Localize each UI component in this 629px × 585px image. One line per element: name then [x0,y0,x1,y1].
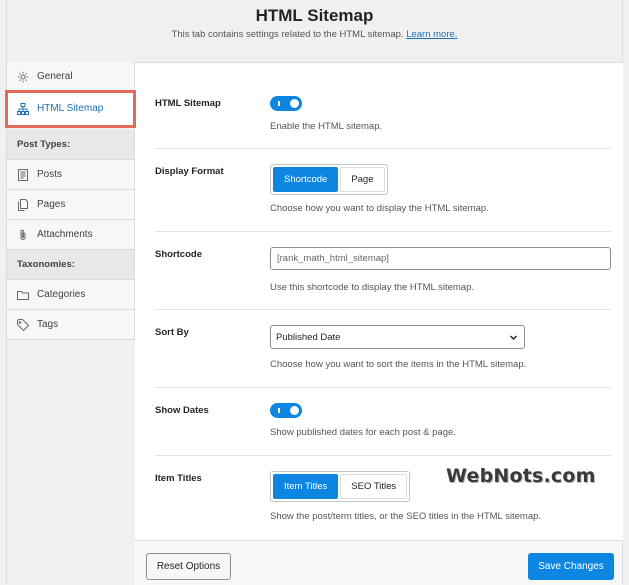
toggle-on-mark [278,101,280,106]
sort-by-value: Published Date [276,331,341,343]
shortcode-label: Shortcode [155,249,202,260]
item-titles-label: Item Titles [155,473,202,484]
save-changes-button[interactable]: Save Changes [528,553,614,580]
sidebar-item-label: Pages [37,199,66,210]
page-title: HTML Sitemap [255,6,374,25]
toggle-knob [290,99,299,108]
sort-by-select[interactable]: Published Date [270,325,525,349]
taxonomies-heading: Taxonomies: [7,250,134,280]
sidebar-item-label: Posts [37,169,63,180]
sidebar-item-label: HTML Sitemap [37,103,104,114]
sidebar-item-html-sitemap[interactable]: HTML Sitemap [5,90,136,128]
display-format-page[interactable]: Page [340,167,385,192]
gear-icon [17,71,29,83]
tag-icon [17,318,29,331]
show-dates-label: Show Dates [155,405,209,416]
toggle-on-mark [278,408,280,413]
shortcode-field[interactable]: [rank_math_html_sitemap] [270,247,611,270]
show-dates-toggle[interactable] [270,403,302,418]
item-titles-desc: Show the post/term titles, or the SEO ti… [270,511,542,522]
show-dates-desc: Show published dates for each post & pag… [270,427,456,438]
post-types-heading: Post Types: [7,130,134,160]
toggle-knob [290,406,299,415]
sidebar-item-general[interactable]: General [7,62,134,92]
sidebar-item-tags[interactable]: Tags [7,310,134,340]
sidebar-item-label: General [37,71,73,82]
settings-frame: HTML Sitemap This tab contains settings … [5,0,623,584]
row-show-dates: Show Dates Show published dates for each… [155,387,611,456]
html-sitemap-toggle[interactable] [270,96,302,111]
reset-options-button[interactable]: Reset Options [146,553,231,580]
display-format-label: Display Format [155,166,224,177]
subtitle-text: This tab contains settings related to th… [171,29,404,40]
item-titles-switch: Item Titles SEO Titles [270,471,411,502]
row-html-sitemap: HTML Sitemap Enable the HTML sitemap. [155,63,611,149]
sidebar: General HTML Sitemap Post Types: Posts P… [5,62,136,340]
item-titles-option[interactable]: Item Titles [273,474,339,499]
display-format-shortcode[interactable]: Shortcode [273,167,339,192]
sidebar-item-attachments[interactable]: Attachments [7,220,134,250]
learn-more-link[interactable]: Learn more. [406,29,457,40]
html-sitemap-label: HTML Sitemap [155,98,221,109]
html-sitemap-desc: Enable the HTML sitemap. [270,121,383,132]
sidebar-item-label: Attachments [37,229,93,240]
seo-titles-option[interactable]: SEO Titles [340,474,408,499]
posts-icon [17,168,29,181]
display-format-switch: Shortcode Page [270,164,388,195]
sidebar-item-label: Tags [37,319,59,330]
sidebar-item-label: Categories [37,289,86,300]
display-format-desc: Choose how you want to display the HTML … [270,203,489,214]
paperclip-icon [17,229,29,241]
row-sort-by: Sort By Published Date Choose how you wa… [155,309,611,388]
folder-icon [17,289,29,301]
sidebar-item-posts[interactable]: Posts [7,160,134,190]
settings-footer: Reset Options Save Changes [134,540,622,585]
watermark-logo: WebNots.com [446,465,596,487]
sort-by-desc: Choose how you want to sort the items in… [270,359,527,370]
sitemap-icon [17,102,29,115]
sidebar-item-pages[interactable]: Pages [7,190,134,220]
page-subtitle: This tab contains settings related to th… [7,29,622,40]
sidebar-item-categories[interactable]: Categories [7,280,134,310]
row-display-format: Display Format Shortcode Page Choose how… [155,148,611,232]
page-header: HTML Sitemap This tab contains settings … [7,0,622,62]
sidebar-footer-area [7,540,135,584]
pages-icon [17,198,29,211]
sort-by-label: Sort By [155,327,189,338]
chevron-down-icon [510,335,517,340]
row-shortcode: Shortcode [rank_math_html_sitemap] Use t… [155,231,611,310]
shortcode-desc: Use this shortcode to display the HTML s… [270,282,474,293]
